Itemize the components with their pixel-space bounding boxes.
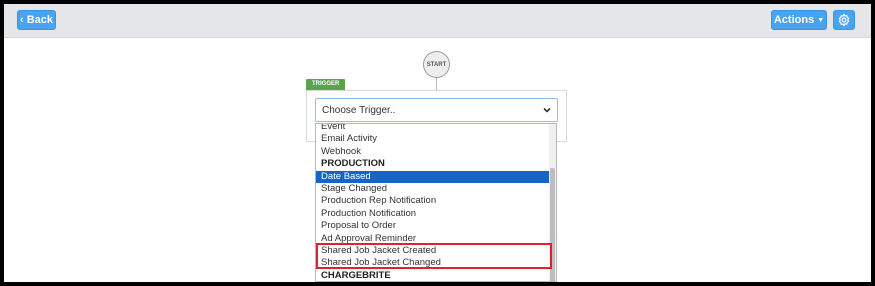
trigger-dropdown-list[interactable]: Event Email Activity Webhook PRODUCTION Date…	[315, 123, 557, 282]
actions-button-label: Actions	[773, 14, 815, 26]
dropdown-option[interactable]: Ad Approval Reminder	[316, 233, 550, 245]
gear-icon	[838, 13, 850, 27]
dropdown-option[interactable]: Production Rep Notification	[316, 195, 550, 207]
flow-connector	[436, 78, 437, 90]
dropdown-option[interactable]: Shared Job Jacket Created	[316, 245, 550, 257]
dropdown-option[interactable]: Proposal to Order	[316, 220, 550, 232]
start-node-label: START	[426, 61, 447, 68]
dropdown-option[interactable]: Email Activity	[316, 133, 550, 145]
top-toolbar: ‹ Back Actions ▼	[4, 4, 871, 38]
trigger-select[interactable]: Choose Trigger..	[315, 98, 558, 122]
dropdown-option[interactable]: Event	[316, 124, 550, 133]
dropdown-group-header: PRODUCTION	[321, 158, 385, 170]
dropdown-option[interactable]: Stage Changed	[316, 183, 550, 195]
dropdown-scrollbar[interactable]	[549, 124, 556, 281]
caret-down-icon: ▼	[817, 16, 825, 24]
settings-button[interactable]	[833, 10, 855, 30]
app-frame: ‹ Back Actions ▼ START TRIGGER Choose Tr…	[4, 4, 871, 282]
back-button-label: Back	[26, 14, 53, 26]
trigger-select-value: Choose Trigger..	[322, 104, 396, 116]
dropdown-option[interactable]: Shared Job Jacket Changed	[316, 257, 550, 269]
chevron-left-icon: ‹	[20, 14, 24, 26]
dropdown-option[interactable]: Date Based	[316, 170, 550, 183]
dropdown-option[interactable]: Production Notification	[316, 208, 550, 220]
start-node[interactable]: START	[423, 51, 450, 78]
chevron-down-icon	[543, 107, 551, 113]
actions-button[interactable]: Actions ▼	[771, 10, 827, 30]
dropdown-option[interactable]: Webhook	[316, 146, 550, 158]
dropdown-options: Event Email Activity Webhook PRODUCTION Date…	[316, 124, 550, 281]
dropdown-group-header: CHARGEBRITE	[321, 269, 391, 281]
back-button[interactable]: ‹ Back	[17, 10, 56, 30]
trigger-tag: TRIGGER	[306, 79, 346, 90]
scrollbar-thumb[interactable]	[550, 168, 555, 281]
